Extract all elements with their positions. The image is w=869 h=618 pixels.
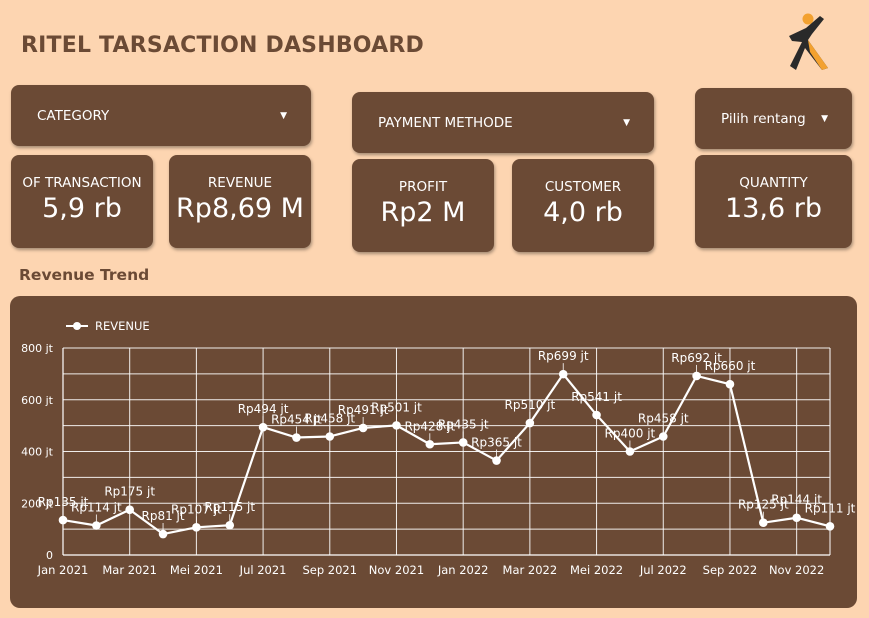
date-range-filter-label: Pilih rentang	[721, 110, 806, 127]
data-label: Rp175 jt	[104, 485, 155, 499]
x-tick-label: Sep 2021	[302, 563, 357, 577]
chevron-down-icon: ▼	[623, 117, 630, 128]
kpi-value: Rp8,69 M	[176, 193, 304, 224]
data-point	[325, 432, 335, 441]
data-point	[625, 447, 635, 456]
kpi-label: CUSTOMER	[544, 179, 622, 195]
x-tick-label: Nov 2022	[769, 563, 824, 577]
data-point	[192, 523, 201, 532]
data-label: Rp458 jt	[638, 411, 689, 425]
data-label: Rp400 jt	[605, 427, 656, 441]
data-label: Rp510 jt	[505, 398, 556, 412]
data-label: Rp114 jt	[71, 501, 122, 515]
chevron-down-icon: ▼	[280, 110, 287, 121]
y-tick-label: 800 jt	[21, 342, 54, 355]
data-label: Rp501 jt	[371, 400, 422, 414]
data-point	[825, 521, 835, 531]
y-tick-label: 0	[46, 549, 53, 562]
data-label: Rp699 jt	[538, 349, 589, 363]
x-tick-label: Sep 2022	[703, 563, 758, 577]
data-label: Rp541 jt	[571, 390, 622, 404]
revenue-trend-panel: 0 200 jt 400 jt 600 jt 800 jt Jan 2021 Mar 202…	[10, 296, 857, 608]
data-point	[525, 418, 535, 428]
data-point	[458, 438, 468, 447]
x-tick-label: Mar 2022	[503, 563, 558, 577]
category-filter-label: CATEGORY	[37, 107, 110, 124]
data-point	[158, 529, 168, 539]
data-point	[358, 423, 368, 433]
data-point	[492, 456, 501, 465]
data-point	[759, 518, 768, 527]
kpi-card-quantity: QUANTITY 13,6 rb	[695, 155, 852, 248]
x-tick-label: Jan 2022	[437, 563, 489, 577]
data-label: Rp111 jt	[805, 501, 856, 515]
payment-method-filter-label: PAYMENT METHODE	[378, 114, 513, 131]
revenue-trend-title: Revenue Trend	[19, 266, 150, 284]
dashboard-title: RITEL TARSACTION DASHBOARD	[21, 33, 424, 58]
kpi-card-transactions: OF TRANSACTION 5,9 rb	[11, 155, 153, 248]
chevron-down-icon: ▼	[821, 113, 828, 124]
legend-marker	[73, 322, 81, 330]
data-point	[392, 421, 401, 430]
x-tick-label: Mei 2021	[170, 563, 223, 577]
data-point	[725, 379, 735, 389]
kpi-value: 5,9 rb	[42, 193, 122, 224]
x-tick-label: Nov 2021	[369, 563, 424, 577]
data-point	[125, 505, 134, 515]
legend-label: REVENUE	[95, 319, 150, 333]
x-tick-label: Mei 2022	[570, 563, 623, 577]
x-tick-label: Jul 2022	[639, 563, 687, 577]
data-point	[792, 513, 801, 523]
kpi-value: 13,6 rb	[725, 193, 822, 224]
data-point	[292, 433, 301, 442]
data-label: Rp660 jt	[705, 359, 756, 373]
data-label: Rp435 jt	[438, 417, 489, 431]
kpi-value: 4,0 rb	[543, 197, 623, 228]
data-point	[225, 520, 235, 530]
x-tick-label: Jul 2021	[239, 563, 287, 577]
data-point	[692, 371, 701, 381]
y-tick-label: 600 jt	[21, 394, 54, 407]
data-point	[58, 515, 68, 525]
payment-method-filter[interactable]: PAYMENT METHODE ▼	[352, 92, 654, 153]
y-tick-label: 400 jt	[21, 446, 54, 459]
kpi-label: OF TRANSACTION	[22, 175, 142, 191]
kpi-label: PROFIT	[398, 179, 448, 195]
category-filter[interactable]: CATEGORY ▼	[11, 85, 311, 146]
data-point	[592, 410, 601, 420]
kpi-value: Rp2 M	[380, 197, 466, 228]
data-label: Rp365 jt	[471, 436, 522, 450]
kpi-card-customer: CUSTOMER 4,0 rb	[512, 159, 654, 252]
revenue-trend-chart: 0200 jt400 jt600 jt800 jtJan 2021 Mar 202…	[21, 319, 856, 577]
data-point	[658, 432, 668, 441]
kpi-label: QUANTITY	[739, 175, 808, 191]
data-label: Rp115 jt	[204, 500, 255, 514]
kpi-card-profit: PROFIT Rp2 M	[352, 159, 494, 252]
x-tick-label: Jan 2021	[37, 563, 89, 577]
data-point	[558, 369, 568, 379]
kpi-label: REVENUE	[207, 175, 273, 191]
kpi-card-revenue: REVENUE Rp8,69 M	[169, 155, 311, 248]
logo-icon	[789, 13, 828, 70]
date-range-filter[interactable]: Pilih rentang ▼	[695, 88, 852, 149]
x-tick-label: Mar 2021	[102, 563, 157, 577]
data-point	[425, 439, 435, 449]
data-point	[258, 422, 268, 432]
data-point	[92, 521, 101, 530]
